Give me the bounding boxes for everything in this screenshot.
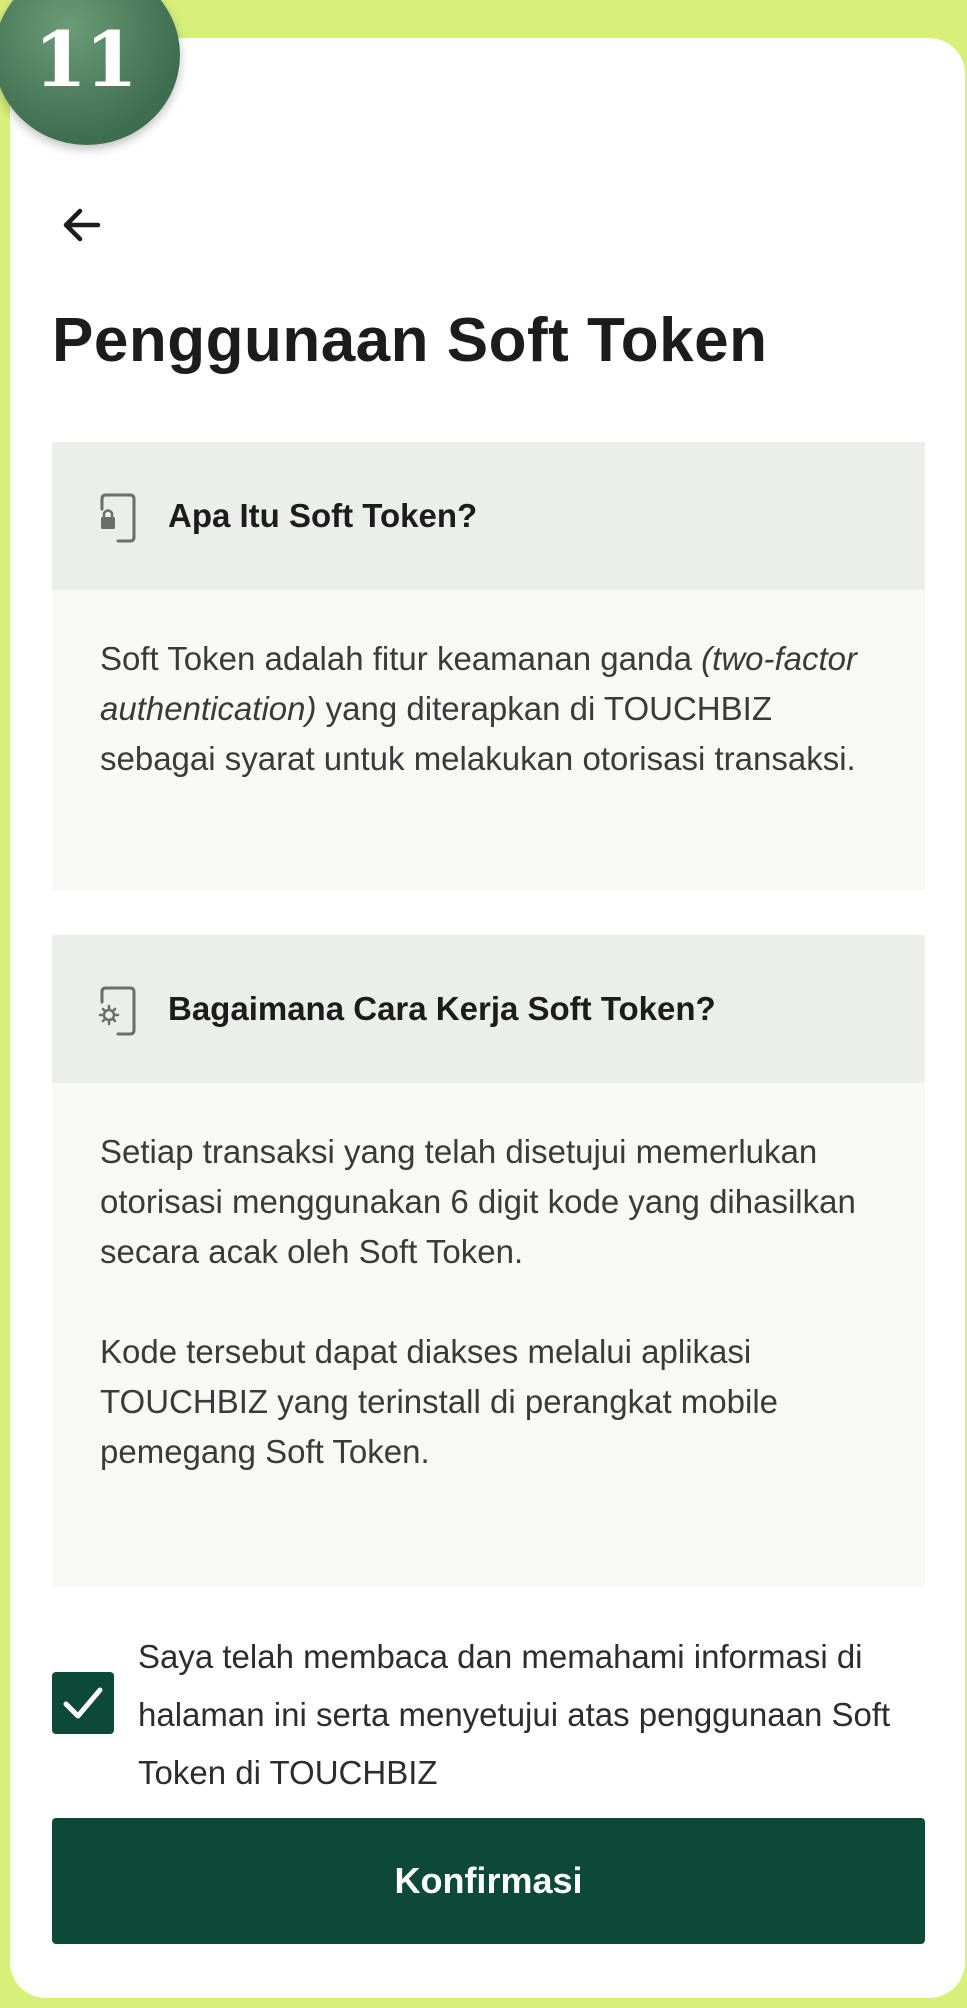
checkmark-icon [63, 1687, 103, 1719]
section-header: Apa Itu Soft Token? [52, 442, 925, 590]
phone-lock-icon [100, 493, 136, 543]
section-paragraph: Kode tersebut dapat diakses melalui apli… [100, 1333, 779, 1470]
section-paragraph: Soft Token adalah fitur keamanan ganda (… [100, 634, 877, 784]
paragraph-text: Soft Token adalah fitur keamanan ganda [100, 640, 702, 677]
section-body: Soft Token adalah fitur keamanan ganda (… [52, 590, 925, 784]
phone-gear-icon [98, 986, 136, 1036]
section-header: Bagaimana Cara Kerja Soft Token? [52, 935, 925, 1083]
page-title: Penggunaan Soft Token [52, 306, 768, 375]
step-number: 11 [34, 15, 138, 104]
agreement-checkbox[interactable] [52, 1672, 114, 1734]
section-what-is-soft-token: Apa Itu Soft Token? Soft Token adalah fi… [52, 442, 925, 890]
section-title: Apa Itu Soft Token? [168, 497, 478, 534]
section-paragraph: Setiap transaksi yang telah disetujui me… [100, 1133, 856, 1270]
agreement-text: Saya telah membaca dan memahami informas… [138, 1638, 891, 1791]
back-button[interactable] [58, 200, 118, 250]
section-how-soft-token-works: Bagaimana Cara Kerja Soft Token? Setiap … [52, 935, 925, 1587]
arrow-left-icon [63, 208, 101, 242]
section-title: Bagaimana Cara Kerja Soft Token? [168, 990, 716, 1027]
confirm-button[interactable]: Konfirmasi [52, 1818, 925, 1944]
section-body: Setiap transaksi yang telah disetujui me… [52, 1083, 925, 1477]
